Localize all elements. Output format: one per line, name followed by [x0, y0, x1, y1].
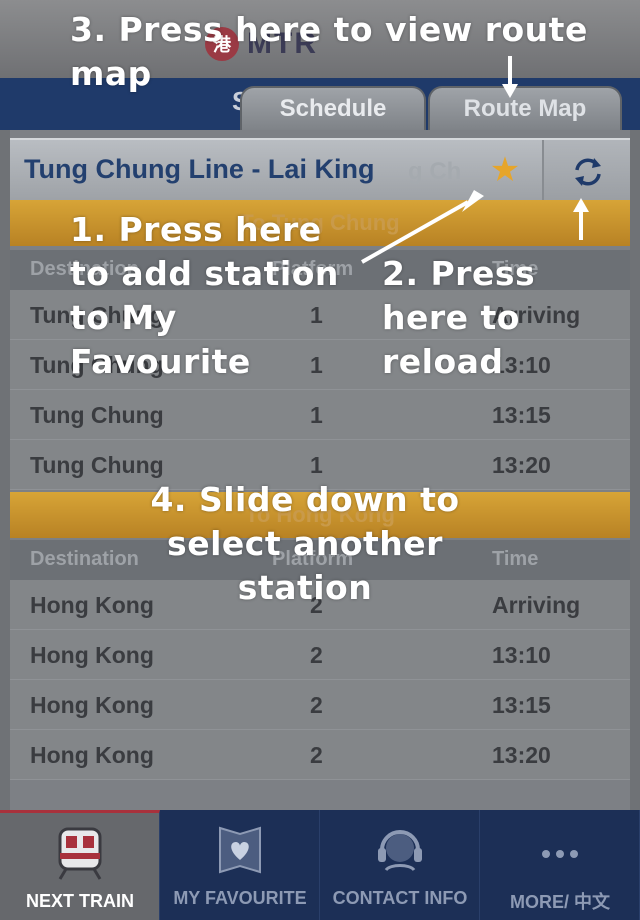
table-row: Hong Kong 2 13:15: [10, 680, 630, 730]
row-destination: Hong Kong: [30, 642, 154, 668]
bottom-tab-bar: NEXT TRAIN MY FAVOURITE CONTACT INFO MOR…: [0, 810, 640, 920]
headset-icon: [377, 830, 422, 872]
row-platform: 2: [310, 642, 323, 668]
row-time: 13:15: [492, 692, 551, 718]
row-destination: Hong Kong: [30, 742, 154, 768]
station-name: Tung Chung Line - Lai King: [24, 154, 375, 184]
row-time: 13:20: [492, 742, 551, 768]
tab-contact-info[interactable]: CONTACT INFO: [320, 810, 480, 920]
tab-next-train[interactable]: NEXT TRAIN: [0, 810, 160, 920]
row-platform: 2: [310, 742, 323, 768]
row-time: 13:15: [492, 402, 551, 428]
heart-book-icon: [218, 826, 261, 874]
row-destination: Tung Chung: [30, 452, 164, 478]
table-row: Hong Kong 2 13:10: [10, 630, 630, 680]
row-platform: 1: [310, 452, 323, 478]
row-time: 13:20: [492, 452, 551, 478]
train-icon: [58, 827, 101, 880]
reload-icon: [575, 158, 601, 186]
more-dots-icon: [541, 850, 578, 858]
header-destination: Destination: [30, 548, 139, 570]
tab-label: CONTACT INFO: [332, 888, 468, 908]
reload-button[interactable]: [542, 140, 630, 202]
tab-more[interactable]: MORE/ 中文: [480, 810, 640, 920]
row-destination: Hong Kong: [30, 592, 154, 618]
station-ghost-text: g Ch: [408, 158, 462, 185]
table-row: Tung Chung 1 13:15: [10, 390, 630, 440]
station-selector[interactable]: Tung Chung Line - Lai King g Ch ★: [10, 138, 630, 202]
tab-label: NEXT TRAIN: [26, 891, 134, 911]
row-time: 13:10: [492, 642, 551, 668]
row-destination: Tung Chung: [30, 402, 164, 428]
row-platform: 2: [310, 692, 323, 718]
annotation-route-map: 3. Press here to view route map: [70, 10, 588, 93]
row-destination: Hong Kong: [30, 692, 154, 718]
annotation-slide-down: 4. Slide down to select another station: [150, 480, 460, 607]
tab-label: MORE/ 中文: [509, 892, 610, 912]
tab-label: MY FAVOURITE: [173, 888, 307, 908]
favourite-star-icon[interactable]: ★: [484, 148, 526, 192]
row-time: Arriving: [492, 592, 581, 618]
annotation-add-favourite: 1. Press here to add station to My Favou…: [70, 210, 339, 381]
table-row: Hong Kong 2 13:20: [10, 730, 630, 780]
header-time: Time: [492, 548, 539, 570]
row-platform: 1: [310, 402, 323, 428]
tab-my-favourite[interactable]: MY FAVOURITE: [160, 810, 320, 920]
annotation-reload: 2. Press here to reload: [382, 254, 536, 381]
